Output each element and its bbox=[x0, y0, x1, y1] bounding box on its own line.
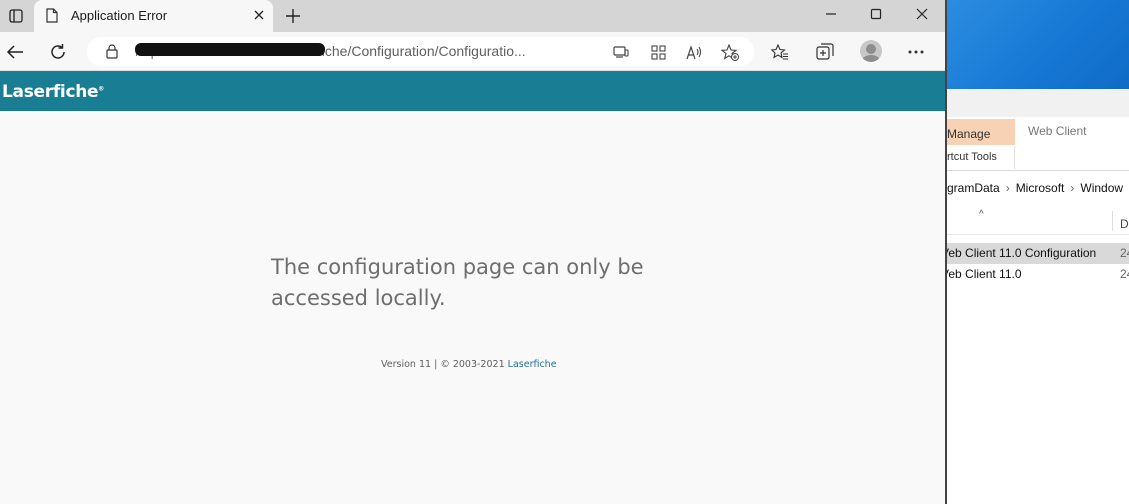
minimize-button[interactable] bbox=[808, 0, 854, 28]
close-window-button[interactable] bbox=[899, 0, 945, 28]
apps-grid-icon[interactable] bbox=[649, 43, 667, 61]
footer-copyright: © 2003-2021 bbox=[440, 359, 505, 370]
plus-icon bbox=[286, 9, 300, 23]
chevron-right-icon: › bbox=[1005, 181, 1010, 195]
file-date: 24 bbox=[1120, 246, 1129, 260]
logo-text: Laserfiche bbox=[2, 82, 99, 102]
file-date: 24 bbox=[1120, 267, 1129, 281]
footer-version: Version 11 bbox=[381, 359, 432, 370]
column-divider[interactable] bbox=[1112, 211, 1113, 231]
explorer-ribbon: Manage Web Client rtcut Tools bbox=[947, 117, 1129, 171]
maximize-icon bbox=[870, 8, 882, 20]
maximize-button[interactable] bbox=[853, 0, 899, 28]
file-explorer-window: Manage Web Client rtcut Tools gramData › M… bbox=[947, 89, 1129, 504]
back-button[interactable] bbox=[2, 39, 28, 65]
explorer-breadcrumb: gramData › Microsoft › Window bbox=[947, 181, 1129, 195]
tab-title: Application Error bbox=[71, 8, 168, 23]
tab-actions-icon bbox=[9, 9, 23, 23]
file-name: Veb Client 11.0 bbox=[947, 267, 1022, 281]
document-icon bbox=[46, 8, 58, 28]
ribbon-separator bbox=[1014, 147, 1015, 169]
collections-icon[interactable] bbox=[814, 41, 836, 63]
breadcrumb-item[interactable]: gramData bbox=[947, 181, 1000, 195]
ribbon-tab-web-client[interactable]: Web Client bbox=[1028, 124, 1086, 138]
footer-laserfiche-link[interactable]: Laserfiche bbox=[508, 359, 557, 370]
tab-bar: Application Error bbox=[0, 0, 946, 32]
file-row[interactable]: Veb Client 11.0 Configuration 24 bbox=[947, 243, 1129, 264]
logo-mark: ® bbox=[98, 85, 104, 93]
close-icon bbox=[916, 8, 928, 20]
arrow-left-icon bbox=[6, 45, 23, 59]
tab-close-icon[interactable] bbox=[253, 8, 265, 26]
explorer-titlebar bbox=[947, 89, 1129, 117]
read-aloud-icon[interactable] bbox=[685, 43, 703, 61]
file-name: Veb Client 11.0 Configuration bbox=[947, 246, 1097, 260]
tab-actions-button[interactable] bbox=[0, 0, 32, 32]
profile-avatar[interactable] bbox=[860, 40, 882, 62]
explorer-column-header: ^ D bbox=[947, 205, 1129, 235]
breadcrumb-item[interactable]: Microsoft bbox=[1016, 181, 1065, 195]
laserfiche-logo[interactable]: Laserfiche® bbox=[2, 82, 104, 102]
error-message: The configuration page can only be acces… bbox=[271, 255, 644, 310]
refresh-icon bbox=[51, 44, 65, 59]
file-row[interactable]: Veb Client 11.0 24 bbox=[947, 264, 1129, 285]
column-header-date[interactable]: D bbox=[1120, 217, 1129, 231]
sort-ascending-icon[interactable]: ^ bbox=[979, 209, 984, 220]
browser-tab-active[interactable]: Application Error bbox=[34, 0, 273, 32]
chevron-right-icon: › bbox=[1070, 181, 1075, 195]
footer-separator: | bbox=[434, 359, 438, 370]
desktop-wallpaper bbox=[947, 0, 1129, 89]
more-options-icon[interactable] bbox=[905, 41, 927, 63]
favorites-icon[interactable] bbox=[769, 41, 791, 63]
ribbon-tab-manage[interactable]: Manage bbox=[947, 119, 1015, 145]
refresh-button[interactable] bbox=[45, 39, 71, 65]
lock-icon[interactable] bbox=[106, 44, 118, 64]
ribbon-shortcut-tools[interactable]: rtcut Tools bbox=[947, 151, 997, 163]
page-footer: Version 11 | © 2003-2021 Laserfiche bbox=[381, 359, 557, 370]
minimize-icon bbox=[826, 13, 836, 15]
laserfiche-header-bar bbox=[0, 71, 946, 111]
device-icon[interactable] bbox=[612, 43, 630, 61]
breadcrumb-item[interactable]: Window bbox=[1080, 181, 1123, 195]
redacted-url-segment bbox=[135, 43, 325, 56]
add-favorite-icon[interactable] bbox=[721, 43, 739, 61]
new-tab-button[interactable] bbox=[283, 6, 303, 26]
